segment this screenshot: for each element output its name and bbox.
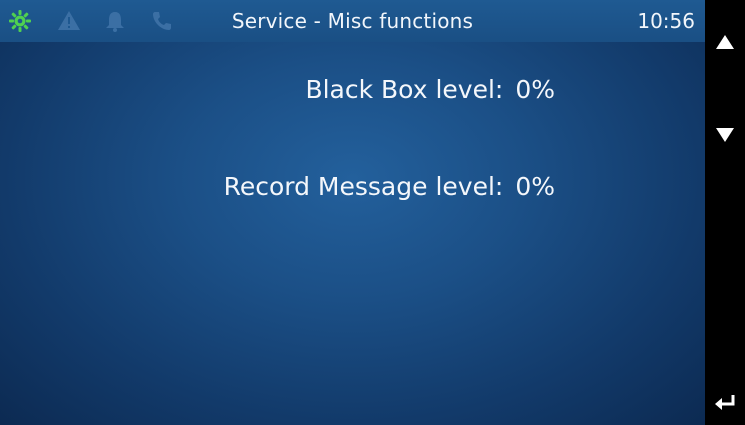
black-box-level-label: Black Box level: [305, 75, 504, 104]
record-message-level-row: Record Message level: 0% [0, 172, 555, 201]
record-message-level-value: 0% [515, 172, 555, 201]
up-arrow-icon[interactable] [705, 22, 745, 62]
status-bar: Service - Misc functions 10:56 [0, 0, 705, 42]
nav-sidebar [705, 0, 745, 425]
back-arrow-icon[interactable] [705, 382, 745, 422]
clock: 10:56 [637, 9, 695, 33]
record-message-level-label: Record Message level: [223, 172, 504, 201]
screen: Service - Misc functions 10:56 Black Box… [0, 0, 705, 425]
black-box-level-row: Black Box level: 0% [0, 75, 555, 104]
screen-title: Service - Misc functions [231, 9, 474, 33]
black-box-level-value: 0% [515, 75, 555, 104]
down-arrow-icon[interactable] [705, 115, 745, 155]
